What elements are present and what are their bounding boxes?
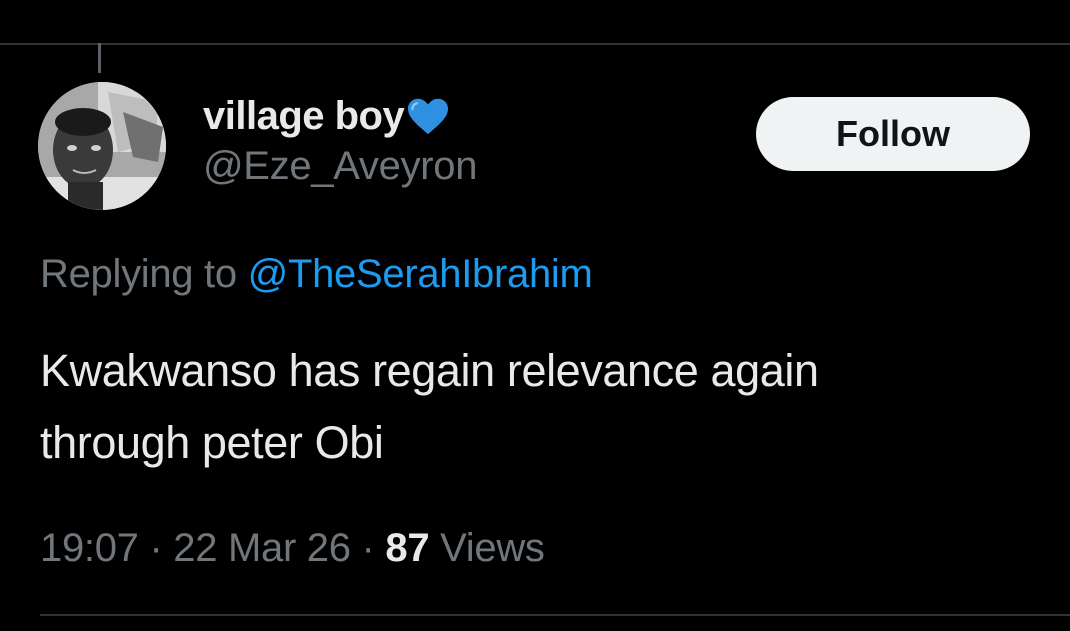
meta-separator: · (149, 526, 163, 570)
thread-connector-line (98, 43, 101, 73)
replying-to-line: Replying to @TheSerahIbrahim (40, 250, 593, 298)
author-display-name[interactable]: village boy (203, 92, 405, 140)
avatar[interactable] (38, 82, 166, 210)
meta-separator-2: · (361, 526, 375, 570)
author-name-row[interactable]: village boy (203, 92, 477, 140)
tweet-time[interactable]: 19:07 (40, 526, 139, 570)
author-block[interactable]: village boy @Eze_Aveyron (203, 92, 478, 190)
tweet-meta: 19:07 · 22 Mar 26 · 87 Views (40, 524, 545, 572)
author-handle[interactable]: @Eze_Aveyron (203, 142, 478, 190)
views-label[interactable]: Views (440, 526, 545, 570)
tweet-date[interactable]: 22 Mar 26 (173, 526, 351, 570)
follow-button[interactable]: Follow (756, 97, 1030, 171)
avatar-photo (38, 82, 166, 210)
tweet-text: Kwakwanso has regain relevance again thr… (40, 345, 819, 468)
replying-to-prefix: Replying to (40, 252, 237, 296)
views-count[interactable]: 87 (385, 526, 429, 570)
blue-heart-icon (408, 98, 449, 135)
top-divider (0, 43, 1070, 45)
bottom-divider (40, 614, 1070, 616)
replying-to-handle-link[interactable]: @TheSerahIbrahim (248, 252, 593, 296)
